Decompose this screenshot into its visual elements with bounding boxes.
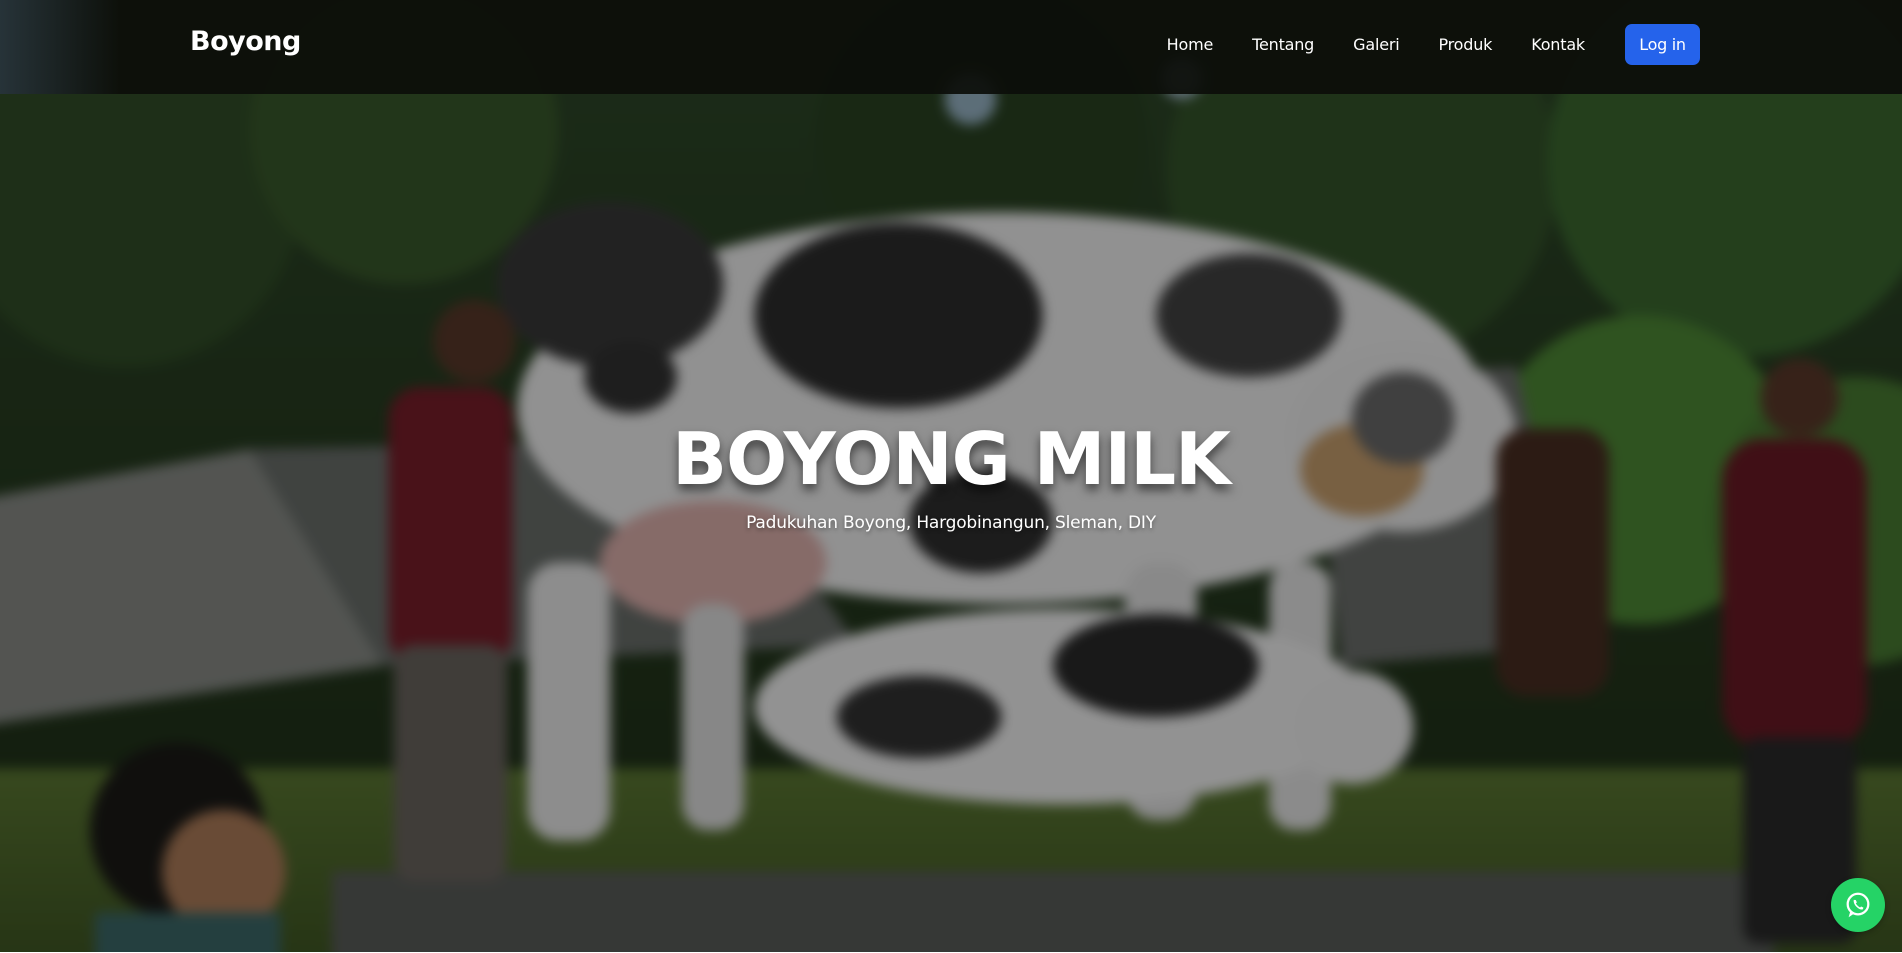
- nav-link-kontak[interactable]: Kontak: [1531, 35, 1585, 54]
- nav-link-produk[interactable]: Produk: [1438, 35, 1492, 54]
- brand-logo[interactable]: Boyong: [190, 26, 301, 57]
- hero-subtitle: Padukuhan Boyong, Hargobinangun, Sleman,…: [746, 513, 1156, 533]
- top-navbar: Boyong Home Tentang Galeri Produk Kontak…: [0, 0, 1902, 94]
- hero-section: BOYONG MILK Padukuhan Boyong, Hargobinan…: [0, 0, 1902, 953]
- hero-content: BOYONG MILK Padukuhan Boyong, Hargobinan…: [0, 415, 1902, 533]
- login-button[interactable]: Log in: [1625, 23, 1700, 65]
- hero-title: BOYONG MILK: [672, 417, 1231, 501]
- whatsapp-button[interactable]: [1831, 878, 1885, 932]
- whatsapp-icon: [1846, 892, 1870, 918]
- nav-links: Home Tentang Galeri Produk Kontak Log in: [1128, 0, 1700, 88]
- nav-link-home[interactable]: Home: [1167, 35, 1214, 54]
- nav-link-galeri[interactable]: Galeri: [1353, 35, 1400, 54]
- nav-link-tentang[interactable]: Tentang: [1252, 35, 1314, 54]
